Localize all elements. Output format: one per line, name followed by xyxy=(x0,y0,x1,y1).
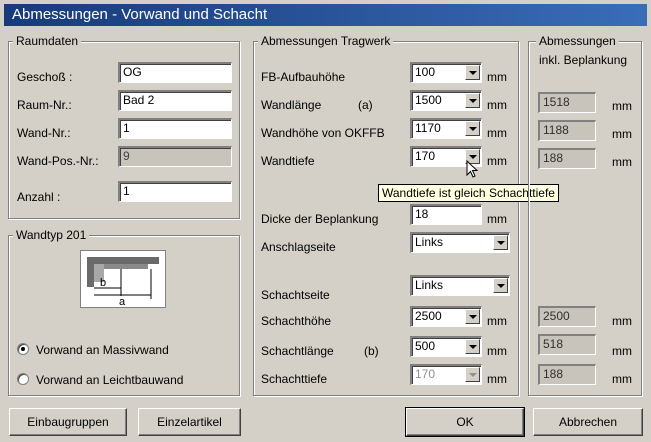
beplankung-subtitle: inkl. Beplankung xyxy=(539,53,628,67)
anzahl-field[interactable]: 1 xyxy=(118,181,232,202)
wandlaenge-value: 1500 xyxy=(415,93,442,107)
wand-pos-nr-field: 9 xyxy=(118,146,232,167)
beplankung-wandtiefe: 188 xyxy=(538,148,596,169)
raumdaten-title: Raumdaten xyxy=(13,34,82,48)
radio-leichtbauwand-label[interactable]: Vorwand an Leichtbauwand xyxy=(36,373,183,387)
beplankung-title: Abmessungen xyxy=(536,34,619,48)
unit-label: mm xyxy=(612,344,632,358)
beplankung-wandlaenge: 1518 xyxy=(538,92,596,113)
abbrechen-button[interactable]: Abbrechen xyxy=(533,408,643,436)
geschoss-field[interactable]: OG xyxy=(118,62,232,83)
wandtiefe-label: Wandtiefe xyxy=(261,154,315,168)
dicke-beplankung-value: 18 xyxy=(415,207,429,221)
unit-label: mm xyxy=(487,154,507,168)
chevron-down-icon[interactable] xyxy=(465,65,480,80)
raum-nr-field[interactable]: Bad 2 xyxy=(118,90,232,111)
anschlagseite-label: Anschlagseite xyxy=(261,240,336,254)
window-title: Abmessungen - Vorwand und Schacht xyxy=(12,6,268,23)
fb-aufbauhoehe-label: FB-Aufbauhöhe xyxy=(261,70,346,84)
beplankung-schachttiefe: 188 xyxy=(538,364,596,385)
schachtlaenge-tag: (b) xyxy=(364,344,379,358)
schachtlaenge-value: 500 xyxy=(415,339,436,353)
wandtyp-diagram: b a xyxy=(80,250,166,308)
raum-nr-label: Raum-Nr.: xyxy=(17,98,72,112)
radio-massivwand[interactable] xyxy=(17,343,29,355)
einbaugruppen-button[interactable]: Einbaugruppen xyxy=(9,408,127,436)
schachthoehe-combo[interactable]: 2500 xyxy=(410,306,482,327)
dicke-beplankung-combo[interactable]: 18 xyxy=(410,204,482,225)
title-bar: Abmessungen - Vorwand und Schacht xyxy=(4,4,647,26)
radio-massivwand-label[interactable]: Vorwand an Massivwand xyxy=(36,343,169,357)
chevron-down-icon[interactable] xyxy=(493,278,508,293)
chevron-down-icon[interactable] xyxy=(465,121,480,136)
wandlaenge-combo[interactable]: 1500 xyxy=(410,90,482,111)
unit-label: mm xyxy=(612,372,632,386)
tragwerk-title: Abmessungen Tragwerk xyxy=(258,34,394,48)
schachtlaenge-combo[interactable]: 500 xyxy=(410,336,482,357)
schachtseite-combo[interactable]: Links xyxy=(410,275,510,296)
wand-nr-field[interactable]: 1 xyxy=(118,118,232,139)
unit-label: mm xyxy=(487,212,507,226)
chevron-down-icon[interactable] xyxy=(493,235,508,250)
unit-label: mm xyxy=(487,98,507,112)
schachttiefe-value: 170 xyxy=(415,367,436,381)
radio-leichtbauwand[interactable] xyxy=(17,373,29,385)
dicke-beplankung-label: Dicke der Beplankung xyxy=(261,212,379,226)
chevron-down-icon xyxy=(465,367,480,382)
wand-pos-nr-label: Wand-Pos.-Nr.: xyxy=(17,154,99,168)
unit-label: mm xyxy=(612,99,632,113)
schachtlaenge-label: Schachtlänge xyxy=(261,344,334,358)
diagram-label-a: a xyxy=(119,296,126,307)
chevron-down-icon[interactable] xyxy=(465,93,480,108)
schachtseite-value: Links xyxy=(415,278,444,292)
chevron-down-icon[interactable] xyxy=(465,309,480,324)
unit-label: mm xyxy=(612,314,632,328)
wandhoehe-label: Wandhöhe von OKFFB xyxy=(261,126,385,140)
unit-label: mm xyxy=(487,314,507,328)
unit-label: mm xyxy=(487,372,507,386)
beplankung-schachthoehe: 2500 xyxy=(538,306,596,327)
dialog-window: Abmessungen - Vorwand und Schacht Raumda… xyxy=(0,0,651,442)
schachttiefe-combo: 170 xyxy=(410,364,482,385)
wandtyp-title: Wandtyp 201 xyxy=(13,228,90,242)
wand-nr-label: Wand-Nr.: xyxy=(17,126,71,140)
wandhoehe-combo[interactable]: 1170 xyxy=(410,118,482,139)
unit-label: mm xyxy=(487,70,507,84)
anschlagseite-value: Links xyxy=(415,235,444,249)
schachtseite-label: Schachtseite xyxy=(261,288,330,302)
schachttiefe-label: Schachttiefe xyxy=(261,372,328,386)
unit-label: mm xyxy=(487,344,507,358)
unit-label: mm xyxy=(612,127,632,141)
fb-aufbauhoehe-combo[interactable]: 100 xyxy=(410,62,482,83)
unit-label: mm xyxy=(487,126,507,140)
unit-label: mm xyxy=(612,155,632,169)
diagram-label-b: b xyxy=(100,277,106,289)
wandtiefe-value: 170 xyxy=(415,149,436,163)
anschlagseite-combo[interactable]: Links xyxy=(410,232,510,253)
wandlaenge-tag: (a) xyxy=(358,98,373,112)
fb-aufbauhoehe-value: 100 xyxy=(415,65,436,79)
wall-section-svg: b a xyxy=(87,257,159,308)
einzelartikel-button[interactable]: Einzelartikel xyxy=(138,408,241,436)
anzahl-label: Anzahl : xyxy=(17,190,61,204)
beplankung-schachtlaenge: 518 xyxy=(538,334,596,355)
wandlaenge-label: Wandlänge xyxy=(261,98,322,112)
chevron-down-icon[interactable] xyxy=(465,339,480,354)
mouse-cursor-icon xyxy=(466,160,479,178)
ok-button[interactable]: OK xyxy=(405,407,525,437)
wandhoehe-value: 1170 xyxy=(415,121,441,135)
beplankung-wandhoehe: 1188 xyxy=(538,120,596,141)
schachthoehe-label: Schachthöhe xyxy=(261,314,332,328)
schachthoehe-value: 2500 xyxy=(415,309,442,323)
geschoss-label: Geschoß : xyxy=(17,70,73,84)
